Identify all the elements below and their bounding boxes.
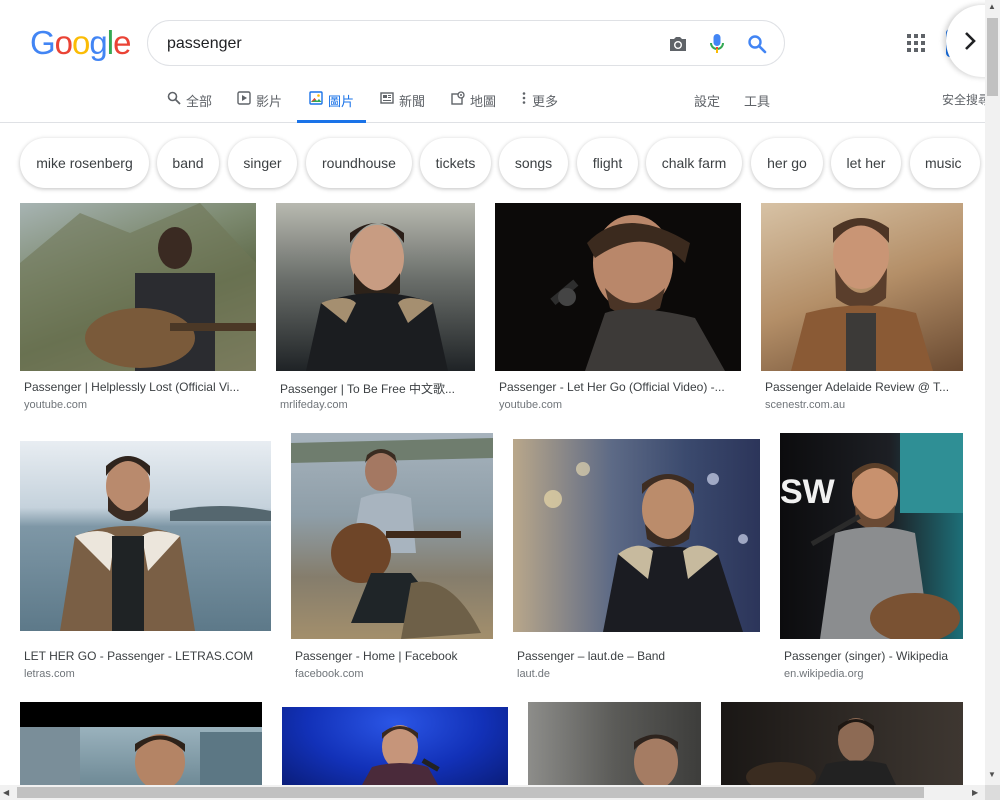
result-thumbnail — [513, 439, 760, 632]
result-source: youtube.com — [499, 399, 562, 411]
chevron-right-icon — [965, 32, 976, 50]
result-title: Passenger - Let Her Go (Official Video) … — [499, 380, 725, 394]
result-thumbnail — [20, 702, 262, 785]
result-thumbnail — [291, 433, 493, 639]
more-vert-icon — [522, 92, 526, 104]
scroll-up-arrow-icon[interactable]: ▲ — [988, 2, 996, 11]
result-thumbnail — [528, 702, 701, 785]
tab-label: 影片 — [256, 94, 283, 109]
image-result[interactable]: Passenger – laut.de – Band laut.de — [513, 433, 760, 683]
microphone-icon[interactable] — [705, 32, 729, 56]
image-result[interactable]: Passenger - Let Her Go (Official Video) … — [495, 203, 741, 413]
result-source: laut.de — [517, 668, 551, 680]
apps-grid-icon[interactable] — [904, 31, 928, 55]
result-thumbnail — [761, 203, 963, 371]
tab-images[interactable]: 圖片 — [297, 88, 367, 123]
result-source: mrlifeday.com — [280, 399, 348, 411]
chip-flight[interactable]: flight — [577, 138, 638, 188]
svg-text:SW: SW — [780, 473, 836, 511]
tab-label: 圖片 — [328, 94, 355, 109]
top-header: Google 登入 全部 影片 圖片 — [0, 0, 1000, 123]
chip-mike-rosenberg[interactable]: mike rosenberg — [20, 138, 149, 188]
result-source: scenestr.com.au — [765, 399, 846, 411]
tab-label: 新聞 — [399, 94, 426, 109]
play-icon — [237, 91, 251, 105]
search-box — [147, 20, 785, 66]
horizontal-scrollbar[interactable]: ◀ ▶ — [0, 785, 985, 800]
result-title: Passenger | To Be Free 中文歌... — [280, 382, 455, 396]
image-result[interactable] — [721, 702, 963, 785]
chip-roundhouse[interactable]: roundhouse — [306, 138, 412, 188]
result-thumbnail: SW — [780, 433, 963, 639]
logo-letter: o — [54, 24, 73, 61]
result-source: youtube.com — [24, 399, 87, 411]
chip-band[interactable]: band — [157, 138, 219, 188]
chip-music[interactable]: music — [910, 138, 980, 188]
result-source: en.wikipedia.org — [784, 668, 864, 680]
result-source: facebook.com — [295, 668, 364, 680]
tools-link[interactable]: 工具 — [744, 91, 770, 110]
result-thumbnail — [20, 203, 256, 371]
search-icon — [167, 91, 181, 105]
result-source: letras.com — [24, 668, 75, 680]
tab-news[interactable]: 新聞 — [380, 88, 425, 123]
logo-letter: o — [72, 24, 90, 61]
image-result[interactable] — [20, 702, 262, 785]
image-result[interactable]: SW Passenger (singer) - Wikipedia en.wik… — [780, 433, 963, 683]
result-title: Passenger | Helplessly Lost (Official Vi… — [24, 380, 240, 394]
settings-link[interactable]: 設定 — [694, 91, 720, 110]
tab-label: 全部 — [186, 94, 213, 109]
result-thumbnail — [721, 702, 963, 785]
map-icon — [451, 91, 465, 105]
chip-singer[interactable]: singer — [228, 138, 297, 188]
image-icon — [309, 91, 323, 105]
result-title: Passenger - Home | Facebook — [295, 649, 458, 663]
logo-letter: G — [30, 24, 56, 61]
image-result[interactable]: LET HER GO - Passenger - LETRAS.COM letr… — [20, 433, 271, 683]
tab-all[interactable]: 全部 — [167, 88, 212, 123]
news-icon — [380, 92, 394, 104]
result-thumbnail — [495, 203, 741, 371]
scrollbar-corner — [985, 785, 1000, 800]
result-title: LET HER GO - Passenger - LETRAS.COM — [24, 649, 254, 663]
logo-letter: e — [113, 24, 131, 61]
vertical-scroll-thumb[interactable] — [987, 18, 998, 96]
image-result[interactable]: Passenger Adelaide Review @ T... scenest… — [761, 203, 963, 413]
safesearch-link[interactable]: 安全搜尋 — [942, 91, 990, 108]
search-tabs: 全部 影片 圖片 新聞 地圖 更多 — [0, 88, 1000, 123]
result-title: Passenger – laut.de – Band — [517, 649, 666, 663]
tab-label: 地圖 — [470, 94, 497, 109]
chip-songs[interactable]: songs — [499, 138, 568, 188]
tab-videos[interactable]: 影片 — [237, 88, 282, 123]
image-result[interactable] — [282, 707, 508, 785]
vertical-scrollbar[interactable]: ▲ ▼ — [985, 0, 1000, 785]
image-result[interactable] — [528, 702, 701, 785]
chip-tickets[interactable]: tickets — [420, 138, 491, 188]
scroll-down-arrow-icon[interactable]: ▼ — [988, 770, 996, 779]
image-result[interactable]: Passenger | Helplessly Lost (Official Vi… — [20, 203, 256, 413]
scroll-left-arrow-icon[interactable]: ◀ — [3, 788, 9, 797]
result-thumbnail — [276, 203, 475, 371]
chip-chalk-farm[interactable]: chalk farm — [646, 138, 742, 188]
chip-let-her[interactable]: let her — [831, 138, 901, 188]
image-result[interactable]: Passenger - Home | Facebook facebook.com — [291, 433, 493, 683]
chip-her-go[interactable]: her go — [751, 138, 823, 188]
scroll-right-arrow-icon[interactable]: ▶ — [972, 788, 978, 797]
tab-maps[interactable]: 地圖 — [451, 88, 496, 123]
search-input[interactable] — [167, 34, 647, 54]
logo-letter: g — [89, 24, 107, 61]
image-result[interactable]: Passenger | To Be Free 中文歌... mrlifeday.… — [276, 203, 475, 413]
result-title: Passenger Adelaide Review @ T... — [765, 380, 950, 394]
google-logo[interactable]: Google — [30, 24, 131, 62]
result-title: Passenger (singer) - Wikipedia — [784, 649, 949, 663]
result-thumbnail — [20, 441, 271, 631]
result-thumbnail — [282, 707, 508, 785]
related-searches-chips: mike rosenberg band singer roundhouse ti… — [0, 123, 985, 203]
tab-label: 更多 — [532, 94, 559, 109]
tab-more[interactable]: 更多 — [521, 88, 558, 123]
search-icon[interactable] — [745, 32, 769, 56]
horizontal-scroll-thumb[interactable] — [17, 787, 924, 798]
camera-icon[interactable] — [666, 32, 690, 56]
